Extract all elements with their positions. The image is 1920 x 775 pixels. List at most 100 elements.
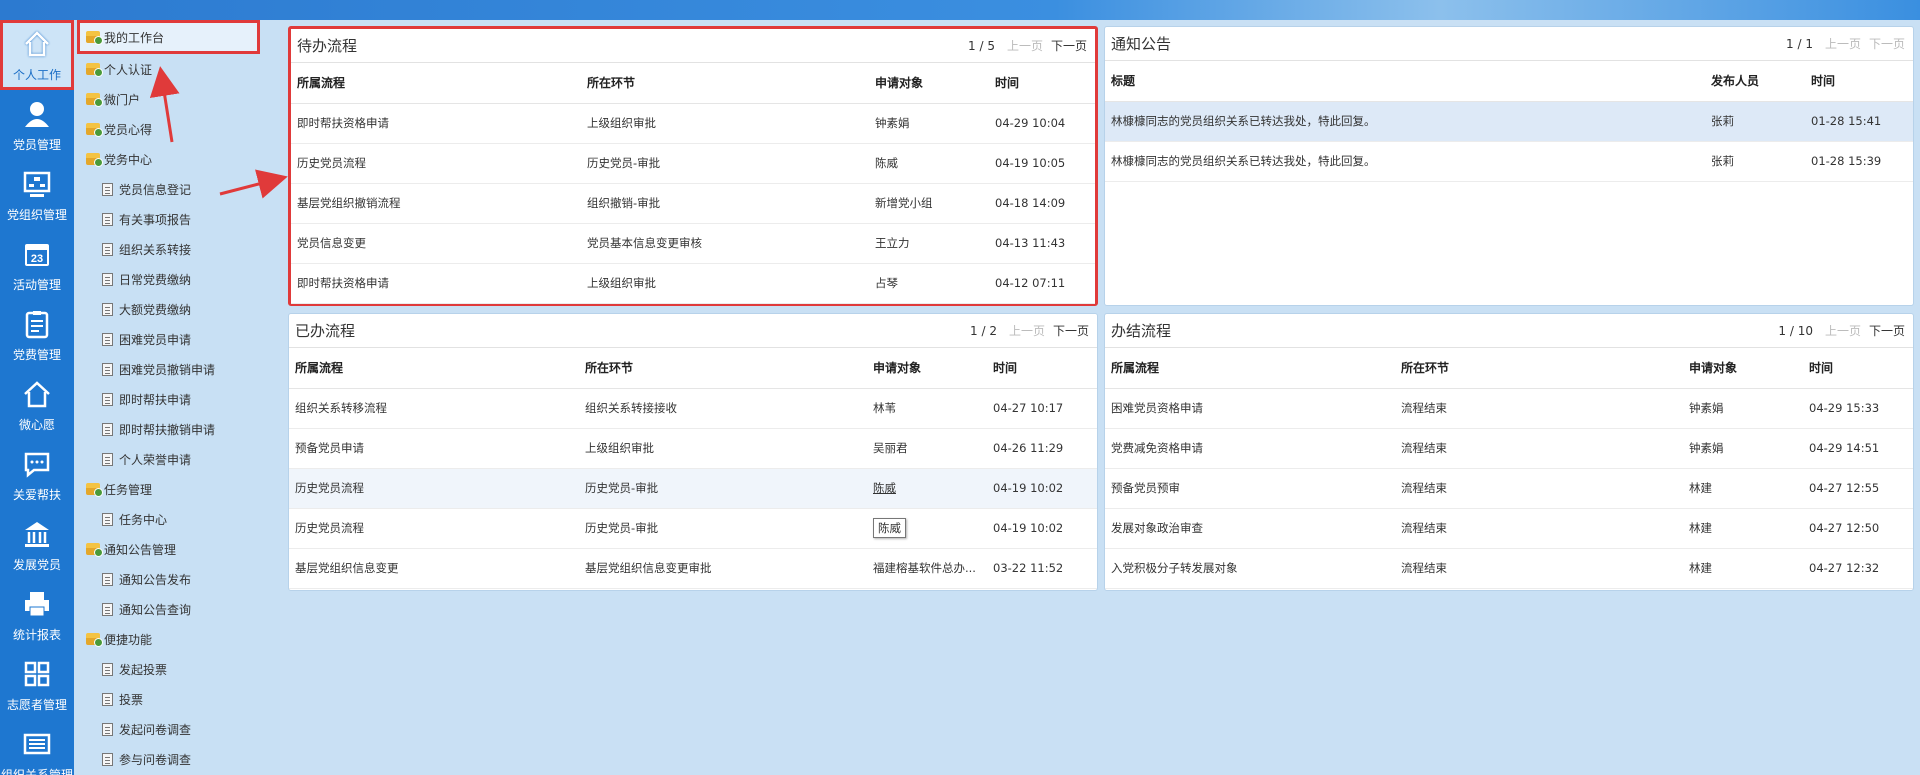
- nav-item[interactable]: 组织关系管理: [0, 720, 74, 775]
- menu-item[interactable]: 微门户: [74, 84, 280, 114]
- nav-item[interactable]: 党员管理: [0, 90, 74, 160]
- document-icon: [102, 212, 113, 226]
- cell-applicant: 林建: [1683, 468, 1803, 509]
- notice-table: 标题 发布人员 时间 林槺槺同志的党员组织关系已转达我处，特此回复。 张莉 01-2…: [1105, 61, 1913, 182]
- table-row[interactable]: 组织关系转移流程 组织关系转接接收 林苇 04-27 10:17: [289, 388, 1097, 429]
- menu-item[interactable]: 有关事项报告: [74, 204, 280, 234]
- page-indicator: 1 / 1: [1786, 36, 1813, 51]
- prev-page-link[interactable]: 上一页: [1009, 322, 1045, 339]
- menu-item[interactable]: 党务中心: [74, 144, 280, 174]
- menu-item[interactable]: 困难党员申请: [74, 324, 280, 354]
- menu-item[interactable]: 便捷功能: [74, 624, 280, 654]
- pending-table: 所属流程 所在环节 申请对象 时间 即时帮扶资格申请 上级组织审批 钟素娟 04-29…: [291, 63, 1095, 304]
- document-icon: [102, 272, 113, 286]
- menu-item[interactable]: 发起投票: [74, 654, 280, 684]
- column-header: 时间: [1803, 348, 1913, 389]
- nav-item-label: 志愿者管理: [6, 697, 67, 712]
- cell-time: 01-28 15:41: [1805, 101, 1913, 142]
- document-icon: [102, 242, 113, 256]
- menu-item-label: 个人荣誉申请: [119, 452, 192, 467]
- table-row[interactable]: 历史党员流程 历史党员-审批 陈威 04-19 10:05: [291, 143, 1095, 184]
- menu-item[interactable]: 日常党费缴纳: [74, 264, 280, 294]
- table-row[interactable]: 历史党员流程 历史党员-审批 陈威 04-19 10:02: [289, 468, 1097, 509]
- menu-item[interactable]: 通知公告查询: [74, 594, 280, 624]
- menu-item[interactable]: 发起问卷调查: [74, 714, 280, 744]
- menu-item-label: 投票: [119, 692, 144, 707]
- nav-item[interactable]: 党组织管理: [0, 160, 74, 230]
- nav-item[interactable]: 党费管理: [0, 300, 74, 370]
- menu-item-label: 任务中心: [119, 512, 168, 527]
- menu-item[interactable]: 投票: [74, 684, 280, 714]
- menu-item-label: 党务中心: [104, 152, 153, 167]
- cell-process: 预备党员申请: [289, 428, 579, 469]
- menu-item[interactable]: 通知公告发布: [74, 564, 280, 594]
- nav-item[interactable]: 微心愿: [0, 370, 74, 440]
- cell-applicant[interactable]: 陈威: [867, 468, 987, 509]
- done-table: 所属流程 所在环节 申请对象 时间 组织关系转移流程 组织关系转接接收 林苇 04-2…: [289, 348, 1097, 589]
- nav-item[interactable]: 个人工作: [0, 20, 74, 90]
- table-row[interactable]: 预备党员预审 流程结束 林建 04-27 12:55: [1105, 468, 1913, 509]
- menu-item[interactable]: 党员心得: [74, 114, 280, 144]
- column-header: 所在环节: [1395, 348, 1683, 389]
- menu-item[interactable]: 任务管理: [74, 474, 280, 504]
- prev-page-link[interactable]: 上一页: [1825, 322, 1861, 339]
- menu-item[interactable]: 参与问卷调查: [74, 744, 280, 774]
- table-row[interactable]: 基层党组织撤销流程 组织撤销-审批 新增党小组 04-18 14:09: [291, 183, 1095, 224]
- prev-page-link[interactable]: 上一页: [1007, 37, 1043, 54]
- table-row[interactable]: 困难党员资格申请 流程结束 钟素娟 04-29 15:33: [1105, 388, 1913, 429]
- table-row[interactable]: 党费减免资格申请 流程结束 钟素娟 04-29 14:51: [1105, 428, 1913, 469]
- table-row[interactable]: 历史党员流程 历史党员-审批 陈威 04-19 10:02: [289, 508, 1097, 549]
- table-row[interactable]: 入党积极分子转发展对象 流程结束 林建 04-27 12:32: [1105, 548, 1913, 589]
- nav-item[interactable]: 统计报表: [0, 580, 74, 650]
- menu-item[interactable]: 个人荣誉申请: [74, 444, 280, 474]
- nav-item[interactable]: 23 活动管理: [0, 230, 74, 300]
- table-row[interactable]: 发展对象政治审查 流程结束 林建 04-27 12:50: [1105, 508, 1913, 549]
- table-row[interactable]: 基层党组织信息变更 基层党组织信息变更审批 福建榕基软件总办... 03-22 11:…: [289, 548, 1097, 589]
- cell-time: 01-28 15:39: [1805, 141, 1913, 182]
- next-page-link[interactable]: 下一页: [1869, 322, 1905, 339]
- menu-item[interactable]: 党员信息登记: [74, 174, 280, 204]
- next-page-link[interactable]: 下一页: [1869, 35, 1905, 52]
- cell-process: 历史党员流程: [291, 143, 581, 184]
- menu-item[interactable]: 任务中心: [74, 504, 280, 534]
- next-page-link[interactable]: 下一页: [1051, 37, 1087, 54]
- nav-item[interactable]: 志愿者管理: [0, 650, 74, 720]
- table-row[interactable]: 即时帮扶资格申请 上级组织审批 占琴 04-12 07:11: [291, 263, 1095, 304]
- applicant-tooltip: 陈威: [873, 518, 906, 538]
- cell-time: 04-19 10:02: [987, 508, 1097, 549]
- cell-applicant: 林建: [1683, 508, 1803, 549]
- table-row[interactable]: 即时帮扶资格申请 上级组织审批 钟素娟 04-29 10:04: [291, 103, 1095, 144]
- cell-applicant: 陈威: [869, 143, 989, 184]
- cell-applicant: 林建: [1683, 548, 1803, 589]
- cell-step: 基层党组织信息变更审批: [579, 548, 867, 589]
- nav-item[interactable]: 关爱帮扶: [0, 440, 74, 510]
- cell-time: 04-29 15:33: [1803, 388, 1913, 429]
- done-panel-header: 已办流程 1 / 2 上一页 下一页: [289, 314, 1097, 348]
- menu-item[interactable]: 即时帮扶撤销申请: [74, 414, 280, 444]
- menu-item[interactable]: 即时帮扶申请: [74, 384, 280, 414]
- menu-item[interactable]: 个人认证: [74, 54, 280, 84]
- menu-item[interactable]: 组织关系转接: [74, 234, 280, 264]
- menu-item[interactable]: 我的工作台: [77, 20, 260, 54]
- menu-item[interactable]: 大额党费缴纳: [74, 294, 280, 324]
- applicant-link[interactable]: 陈威: [873, 481, 896, 495]
- nav-item-label: 党员管理: [12, 137, 61, 152]
- cell-applicant: 钟素娟: [1683, 428, 1803, 469]
- table-row[interactable]: 林槺槺同志的党员组织关系已转达我处，特此回复。 张莉 01-28 15:41: [1105, 101, 1913, 142]
- menu-item[interactable]: 困难党员撤销申请: [74, 354, 280, 384]
- home-outline-icon: [21, 378, 53, 410]
- prev-page-link[interactable]: 上一页: [1825, 35, 1861, 52]
- column-header: 申请对象: [867, 348, 987, 389]
- nav-item[interactable]: 发展党员: [0, 510, 74, 580]
- cell-step: 历史党员-审批: [579, 468, 867, 509]
- cell-process: 历史党员流程: [289, 468, 579, 509]
- table-row[interactable]: 预备党员申请 上级组织审批 吴丽君 04-26 11:29: [289, 428, 1097, 469]
- table-row[interactable]: 党员信息变更 党员基本信息变更审核 王立力 04-13 11:43: [291, 223, 1095, 264]
- column-header: 时间: [987, 348, 1097, 389]
- nav-item-label: 统计报表: [12, 627, 61, 642]
- table-row[interactable]: 林槺槺同志的党员组织关系已转达我处，特此回复。 张莉 01-28 15:39: [1105, 141, 1913, 182]
- nav-item-label: 个人工作: [12, 67, 61, 82]
- finished-table: 所属流程 所在环节 申请对象 时间 困难党员资格申请 流程结束 钟素娟 04-29 1…: [1105, 348, 1913, 589]
- menu-item[interactable]: 通知公告管理: [74, 534, 280, 564]
- next-page-link[interactable]: 下一页: [1053, 322, 1089, 339]
